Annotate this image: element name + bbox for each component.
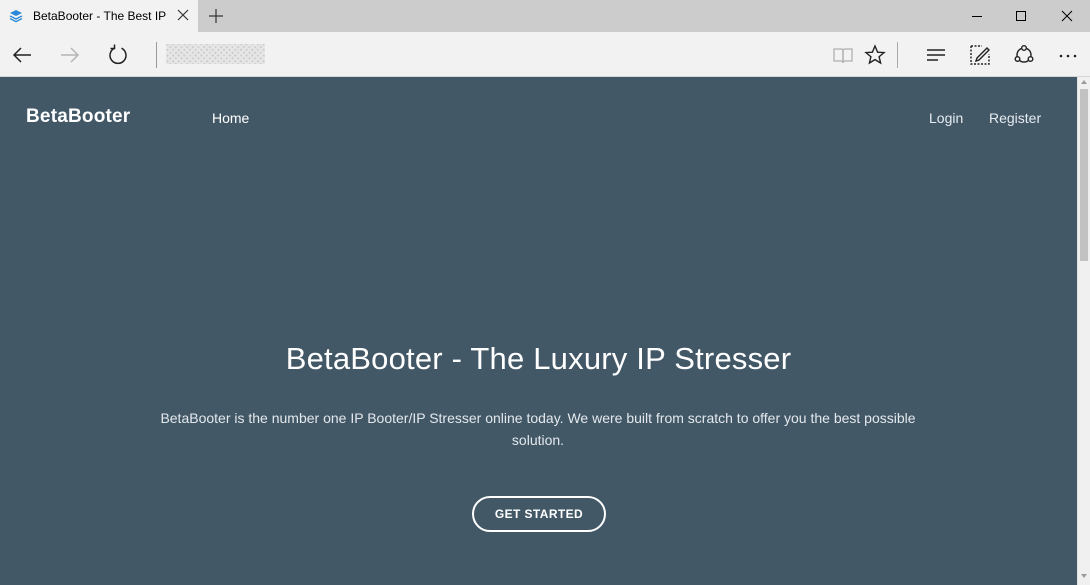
- more-icon: [1059, 54, 1077, 58]
- hero-title: BetaBooter - The Luxury IP Stresser: [285, 341, 792, 376]
- hero-description: BetaBooter is the number one IP Booter/I…: [160, 410, 916, 448]
- web-page: BetaBooter Home Login Register BetaBoote…: [0, 77, 1077, 585]
- share-button[interactable]: [1012, 43, 1036, 67]
- window-close-button[interactable]: [1044, 0, 1090, 32]
- back-arrow-icon: [12, 47, 31, 63]
- hub-icon: [927, 49, 945, 61]
- nav-home-link[interactable]: Home: [212, 110, 249, 126]
- favorite-button[interactable]: [863, 43, 887, 67]
- get-started-button[interactable]: GET STARTED: [472, 496, 606, 532]
- refresh-button[interactable]: [106, 43, 130, 67]
- browser-titlebar: BetaBooter - The Best IP Stresser: [0, 0, 1090, 32]
- more-button[interactable]: [1056, 43, 1080, 67]
- minimize-icon: [972, 16, 982, 17]
- address-separator: [156, 42, 157, 68]
- page-scrollbar[interactable]: [1077, 77, 1090, 585]
- minimize-button[interactable]: [954, 0, 1000, 32]
- browser-tab[interactable]: BetaBooter - The Best IP Stresser: [0, 0, 198, 32]
- maximize-button[interactable]: [998, 0, 1044, 32]
- web-note-icon: [970, 45, 990, 65]
- refresh-icon: [109, 44, 127, 65]
- hub-button[interactable]: [924, 43, 948, 67]
- web-note-button[interactable]: [968, 43, 992, 67]
- share-icon: [1014, 45, 1034, 63]
- book-icon: [833, 48, 853, 64]
- back-button[interactable]: [10, 43, 34, 67]
- nav-register-link[interactable]: Register: [989, 110, 1041, 126]
- new-tab-icon[interactable]: [208, 8, 224, 24]
- close-tab-icon[interactable]: [176, 8, 190, 22]
- maximize-icon: [1016, 11, 1026, 21]
- scroll-down-arrow-icon[interactable]: [1081, 574, 1087, 578]
- scroll-thumb[interactable]: [1080, 89, 1088, 261]
- reading-view-button[interactable]: [831, 43, 855, 67]
- address-bar[interactable]: [166, 44, 265, 64]
- close-icon: [1061, 10, 1073, 22]
- forward-button[interactable]: [58, 43, 82, 67]
- star-icon: [864, 44, 886, 65]
- site-brand[interactable]: BetaBooter: [26, 106, 130, 128]
- nav-login-link[interactable]: Login: [929, 110, 963, 126]
- forward-arrow-icon: [61, 47, 80, 63]
- tab-title: BetaBooter - The Best IP Stresser: [33, 9, 169, 23]
- toolbar-separator: [897, 42, 898, 68]
- scroll-up-arrow-icon[interactable]: [1081, 80, 1087, 84]
- browser-toolbar: [0, 32, 1090, 77]
- layers-icon: [9, 10, 23, 23]
